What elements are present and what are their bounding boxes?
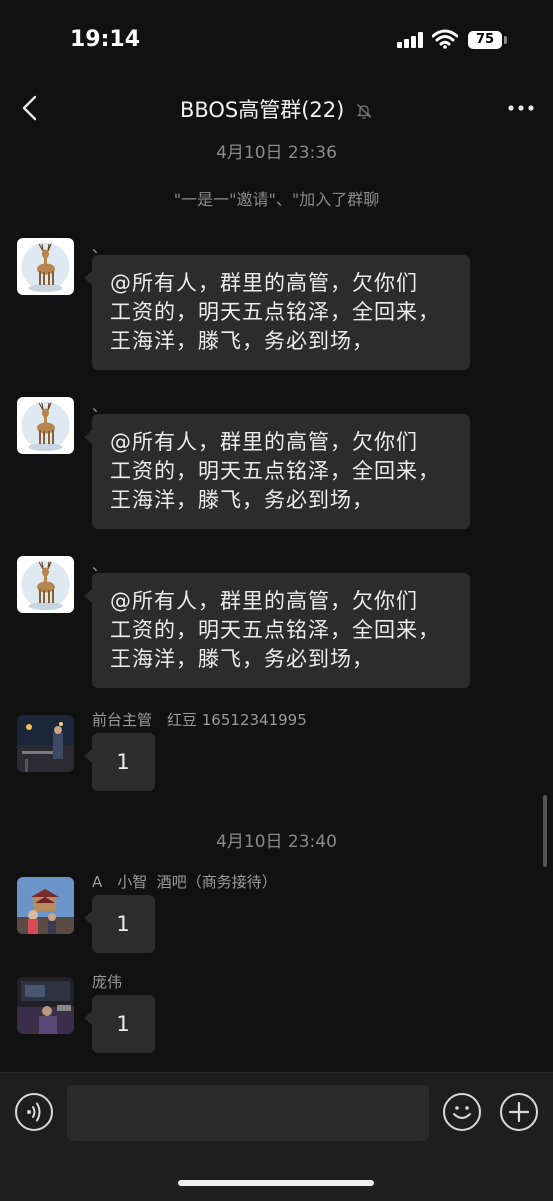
deer-avatar-image bbox=[17, 556, 74, 613]
home-indicator[interactable] bbox=[178, 1180, 374, 1186]
timestamp: 4月10日 23:36 bbox=[216, 143, 337, 163]
status-bar: 19:14 75 bbox=[0, 0, 553, 80]
message-input[interactable] bbox=[67, 1085, 429, 1141]
emoji-icon[interactable] bbox=[443, 1093, 481, 1131]
sender-name: A 小智 酒吧（商务接待） bbox=[92, 873, 277, 891]
sender-name: 庞伟 bbox=[92, 973, 123, 991]
ellipsis-icon[interactable] bbox=[503, 92, 539, 124]
battery-indicator: 75 bbox=[468, 31, 502, 49]
chat-header: BBOS高管群(22) bbox=[0, 80, 553, 136]
message-bubble[interactable]: 1 bbox=[84, 895, 155, 953]
wifi-icon bbox=[432, 29, 458, 49]
plus-icon[interactable] bbox=[500, 1093, 538, 1131]
voice-icon[interactable] bbox=[15, 1093, 53, 1131]
avatar[interactable] bbox=[17, 556, 74, 613]
avatar[interactable] bbox=[17, 877, 74, 934]
message-bubble[interactable]: @所有人，群里的高管，欠你们 工资的，明天五点铭泽，全回来， 王海洋，滕飞，务必… bbox=[84, 255, 470, 370]
chat-title: BBOS高管群(22) bbox=[179, 98, 345, 122]
bell-slash-icon bbox=[356, 104, 372, 119]
timestamp: 4月10日 23:40 bbox=[216, 832, 337, 852]
message-bubble[interactable]: 1 bbox=[84, 733, 155, 791]
deer-avatar-image bbox=[17, 238, 74, 295]
sender-name: 、 bbox=[92, 397, 108, 415]
sender-name: 、 bbox=[92, 556, 108, 574]
message-bubble[interactable]: 1 bbox=[84, 995, 155, 1053]
avatar[interactable] bbox=[17, 977, 74, 1034]
sender-name: 、 bbox=[92, 238, 108, 256]
battery-tip bbox=[504, 36, 507, 44]
message-bubble[interactable]: @所有人，群里的高管，欠你们 工资的，明天五点铭泽，全回来， 王海洋，滕飞，务必… bbox=[84, 414, 470, 529]
car-interior-avatar-image bbox=[17, 977, 74, 1034]
sender-name: 前台主管 红豆 16512341995 bbox=[92, 711, 307, 729]
system-message: "一是一"邀请"、"加入了群聊 bbox=[173, 190, 380, 209]
status-time: 19:14 bbox=[70, 27, 141, 52]
scrollbar[interactable] bbox=[543, 795, 547, 867]
avatar[interactable] bbox=[17, 397, 74, 454]
message-bubble[interactable]: @所有人，群里的高管，欠你们 工资的，明天五点铭泽，全回来， 王海洋，滕飞，务必… bbox=[84, 573, 470, 688]
temple-avatar-image bbox=[17, 877, 74, 934]
night-street-avatar-image bbox=[17, 715, 74, 772]
deer-avatar-image bbox=[17, 397, 74, 454]
avatar[interactable] bbox=[17, 715, 74, 772]
chat-title-row: BBOS高管群(22) bbox=[0, 94, 553, 124]
avatar[interactable] bbox=[17, 238, 74, 295]
cellular-signal-icon bbox=[397, 32, 425, 48]
